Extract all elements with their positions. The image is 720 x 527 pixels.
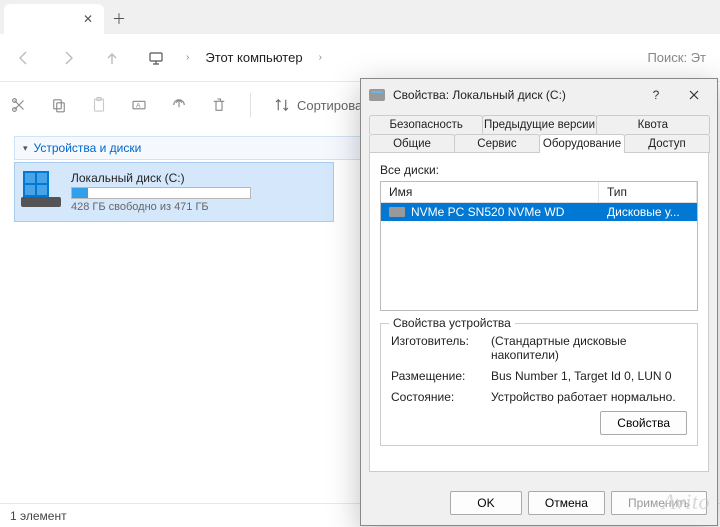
list-item[interactable]: NVMe PC SN520 NVMe WD Дисковые у... <box>381 203 697 221</box>
tab-general[interactable]: Общие <box>369 134 455 153</box>
breadcrumb-chevron[interactable]: › <box>319 52 322 63</box>
device-properties-button[interactable]: Свойства <box>600 411 687 435</box>
close-tab-icon[interactable]: ✕ <box>82 13 94 25</box>
drive-info: Локальный диск (C:) 428 ГБ свободно из 4… <box>71 171 327 213</box>
prop-manufacturer: Изготовитель: (Стандартные дисковые нако… <box>391 334 687 362</box>
tab-previous-versions[interactable]: Предыдущие версии <box>482 115 596 134</box>
forward-button[interactable] <box>54 44 82 72</box>
tab-active[interactable]: ✕ <box>4 4 104 34</box>
help-button[interactable]: ? <box>637 81 675 109</box>
address-bar: › Этот компьютер › Поиск: Эт <box>0 34 720 82</box>
tab-tools[interactable]: Сервис <box>454 134 540 153</box>
drive-icon <box>21 171 61 207</box>
dialog-title: Свойства: Локальный диск (C:) <box>393 88 637 102</box>
breadcrumb-chevron[interactable]: › <box>186 52 189 63</box>
tab-security[interactable]: Безопасность <box>369 115 483 134</box>
list-item-type: Дисковые у... <box>599 203 697 221</box>
drive-name: Локальный диск (C:) <box>71 171 327 185</box>
hdd-icon <box>389 207 405 217</box>
back-button[interactable] <box>10 44 38 72</box>
prop-location: Размещение: Bus Number 1, Target Id 0, L… <box>391 369 687 383</box>
cut-button[interactable] <box>10 96 28 114</box>
pc-icon <box>142 44 170 72</box>
all-drives-label: Все диски: <box>380 163 698 177</box>
titlebar[interactable]: Свойства: Локальный диск (C:) ? <box>361 79 717 111</box>
drive-free-space: 428 ГБ свободно из 471 ГБ <box>71 201 327 213</box>
col-name[interactable]: Имя <box>381 182 599 202</box>
search-input[interactable]: Поиск: Эт <box>647 50 710 65</box>
tab-hardware[interactable]: Оборудование <box>539 134 625 153</box>
caret-down-icon: ▾ <box>23 143 28 154</box>
new-tab-button[interactable]: ＋ <box>104 4 134 34</box>
browser-tabstrip: ✕ ＋ <box>0 0 720 34</box>
up-button[interactable] <box>98 44 126 72</box>
status-item-count: 1 элемент <box>10 509 67 523</box>
separator <box>250 93 251 117</box>
disk-icon <box>369 89 385 101</box>
col-type[interactable]: Тип <box>599 182 697 202</box>
windows-logo-icon <box>23 171 49 197</box>
list-header[interactable]: Имя Тип <box>381 182 697 203</box>
rename-button[interactable]: A <box>130 96 148 114</box>
ok-button[interactable]: OK <box>450 491 522 515</box>
watermark: Avito <box>662 489 710 515</box>
list-item-name: NVMe PC SN520 NVMe WD <box>411 205 564 219</box>
hdd-icon <box>21 197 61 207</box>
delete-button[interactable] <box>210 96 228 114</box>
tab-quota[interactable]: Квота <box>596 115 710 134</box>
tab-sharing[interactable]: Доступ <box>624 134 710 153</box>
tab-panel-hardware: Все диски: Имя Тип NVMe PC SN520 NVMe WD… <box>369 152 709 472</box>
close-button[interactable] <box>675 81 713 109</box>
drive-item-c[interactable]: Локальный диск (C:) 428 ГБ свободно из 4… <box>14 162 334 222</box>
prop-status: Состояние: Устройство работает нормально… <box>391 390 687 404</box>
drives-listview[interactable]: Имя Тип NVMe PC SN520 NVMe WD Дисковые у… <box>380 181 698 311</box>
device-properties-group: Свойства устройства Изготовитель: (Станд… <box>380 323 698 446</box>
copy-button[interactable] <box>50 96 68 114</box>
tabs: Безопасность Предыдущие версии Квота Общ… <box>361 111 717 153</box>
section-label: Устройства и диски <box>34 141 142 155</box>
drive-usage-bar <box>71 187 251 199</box>
properties-dialog: Свойства: Локальный диск (C:) ? Безопасн… <box>360 78 718 526</box>
share-button[interactable] <box>170 96 188 114</box>
breadcrumb[interactable]: Этот компьютер <box>205 50 302 65</box>
svg-text:A: A <box>136 102 141 109</box>
group-legend: Свойства устройства <box>389 316 515 330</box>
paste-button[interactable] <box>90 96 108 114</box>
cancel-button[interactable]: Отмена <box>528 491 605 515</box>
